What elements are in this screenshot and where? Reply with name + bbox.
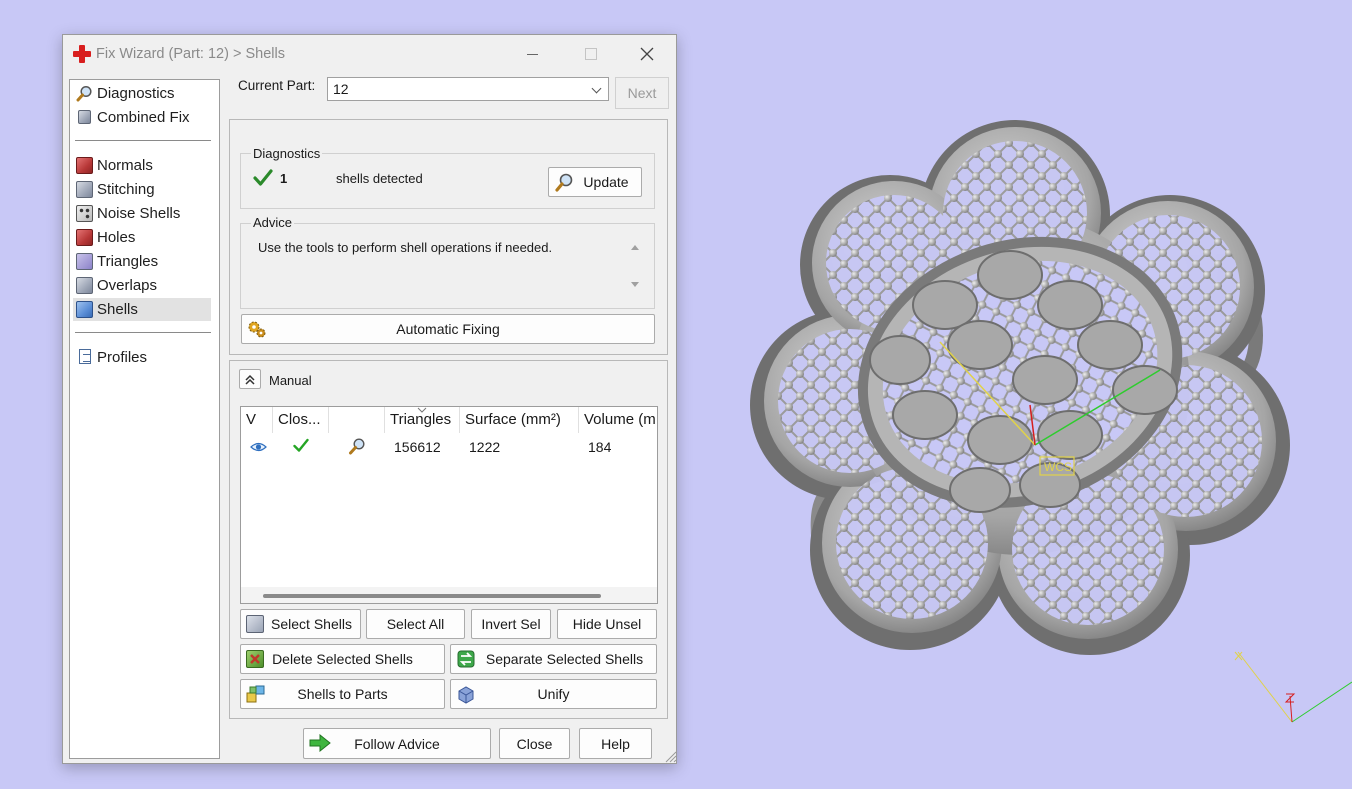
follow-advice-button[interactable]: Follow Advice [303, 728, 491, 759]
holes-icon [76, 229, 93, 246]
resize-grip-icon[interactable] [663, 749, 677, 763]
delete-selected-shells-button[interactable]: Delete Selected Shells [240, 644, 445, 674]
current-part-label: Current Part: [238, 78, 316, 93]
nav-item-noise-shells[interactable]: Noise Shells [73, 202, 211, 225]
combined-fix-icon [78, 110, 91, 124]
current-part-select[interactable]: 12 [327, 77, 609, 101]
advice-text: Use the tools to perform shell operation… [258, 240, 553, 255]
ring-model: WCS [750, 120, 1352, 723]
nav-item-normals[interactable]: Normals [73, 154, 211, 177]
nav-item-diagnostics[interactable]: Diagnostics [73, 82, 211, 105]
noise-shells-icon [76, 205, 93, 222]
collapse-manual-button[interactable] [239, 369, 261, 389]
column-header[interactable]: Clos... [273, 407, 329, 433]
nav-item-triangles[interactable]: Triangles [73, 250, 211, 273]
title-bar[interactable]: Fix Wizard (Part: 12) > Shells [63, 35, 676, 73]
separate-selected-shells-button[interactable]: Separate Selected Shells [450, 644, 657, 674]
stitching-icon [76, 181, 93, 198]
wcs-label: WCS [1044, 460, 1072, 474]
axis-triad [1234, 651, 1352, 723]
automatic-fixing-button[interactable]: Automatic Fixing [241, 314, 655, 344]
nav-item-overlaps[interactable]: Overlaps [73, 274, 211, 297]
column-header[interactable]: Surface (mm²) [460, 407, 579, 433]
3d-viewport[interactable]: WCS [680, 0, 1352, 786]
hide-unselected-button[interactable]: Hide Unsel [557, 609, 657, 639]
shells-icon [76, 301, 93, 318]
triangles-icon [76, 253, 93, 270]
invert-selection-button[interactable]: Invert Sel [471, 609, 551, 639]
advice-textbox: Use the tools to perform shell operation… [252, 235, 644, 297]
shells-to-parts-button[interactable]: Shells to Parts [240, 679, 445, 709]
chevron-up-icon [245, 374, 255, 385]
chevron-down-icon [591, 83, 602, 94]
nav-divider [75, 140, 211, 141]
column-header[interactable]: V [241, 407, 273, 433]
cell-triangles: 156612 [394, 439, 441, 455]
shells-table[interactable]: V Clos... Triangles Surface (mm²) Volume… [240, 406, 658, 604]
nav-item-holes[interactable]: Holes [73, 226, 211, 249]
medical-cross-icon [73, 45, 91, 63]
magnifier-icon[interactable] [348, 437, 366, 458]
profiles-icon [79, 349, 91, 364]
close-icon [640, 47, 654, 61]
manual-label: Manual [269, 373, 312, 388]
diagnostics-status: shells detected [336, 171, 423, 186]
unify-button[interactable]: Unify [450, 679, 657, 709]
table-horizontal-scrollbar[interactable] [241, 587, 657, 603]
column-header-triangles[interactable]: Triangles [385, 407, 460, 433]
cell-surface: 1222 [469, 439, 501, 455]
normals-icon [76, 157, 93, 174]
select-shells-button[interactable]: Select Shells [240, 609, 361, 639]
nav-item-profiles[interactable]: Profiles [73, 346, 211, 369]
select-shells-icon [246, 615, 264, 633]
check-icon [293, 438, 309, 456]
column-header[interactable] [329, 407, 385, 433]
close-button[interactable]: Close [499, 728, 570, 759]
magnifier-icon [76, 85, 93, 102]
minimize-button[interactable] [503, 35, 561, 73]
fix-info-panel: Diagnostics 1 shells detected Update Adv… [229, 119, 668, 355]
help-button[interactable]: Help [579, 728, 652, 759]
close-window-button[interactable] [618, 35, 676, 73]
cell-volume: 184 [588, 439, 612, 455]
advice-group-label: Advice [251, 215, 295, 230]
diagnostics-group-label: Diagnostics [251, 146, 323, 161]
scrollbar-thumb[interactable] [263, 594, 601, 598]
next-button[interactable]: Next [615, 77, 669, 109]
select-all-button[interactable]: Select All [366, 609, 465, 639]
nav-divider [75, 332, 211, 333]
fix-wizard-dialog: Fix Wizard (Part: 12) > Shells Diagnosti… [62, 34, 677, 764]
maximize-button[interactable] [561, 35, 619, 73]
shell-count: 1 [280, 171, 288, 186]
nav-item-stitching[interactable]: Stitching [73, 178, 211, 201]
eye-icon[interactable] [250, 440, 267, 456]
overlaps-icon [76, 277, 93, 294]
wizard-nav-list: Diagnostics Combined Fix Normals Stitchi… [69, 79, 220, 759]
sort-indicator-icon [417, 407, 427, 413]
update-button[interactable]: Update [548, 167, 642, 197]
nav-item-shells[interactable]: Shells [73, 298, 211, 321]
window-title: Fix Wizard (Part: 12) > Shells [96, 46, 285, 62]
column-header[interactable]: Volume (m [579, 407, 657, 433]
check-icon [253, 169, 273, 190]
advice-scrollbar[interactable] [626, 235, 644, 297]
nav-item-combined-fix[interactable]: Combined Fix [73, 106, 211, 129]
